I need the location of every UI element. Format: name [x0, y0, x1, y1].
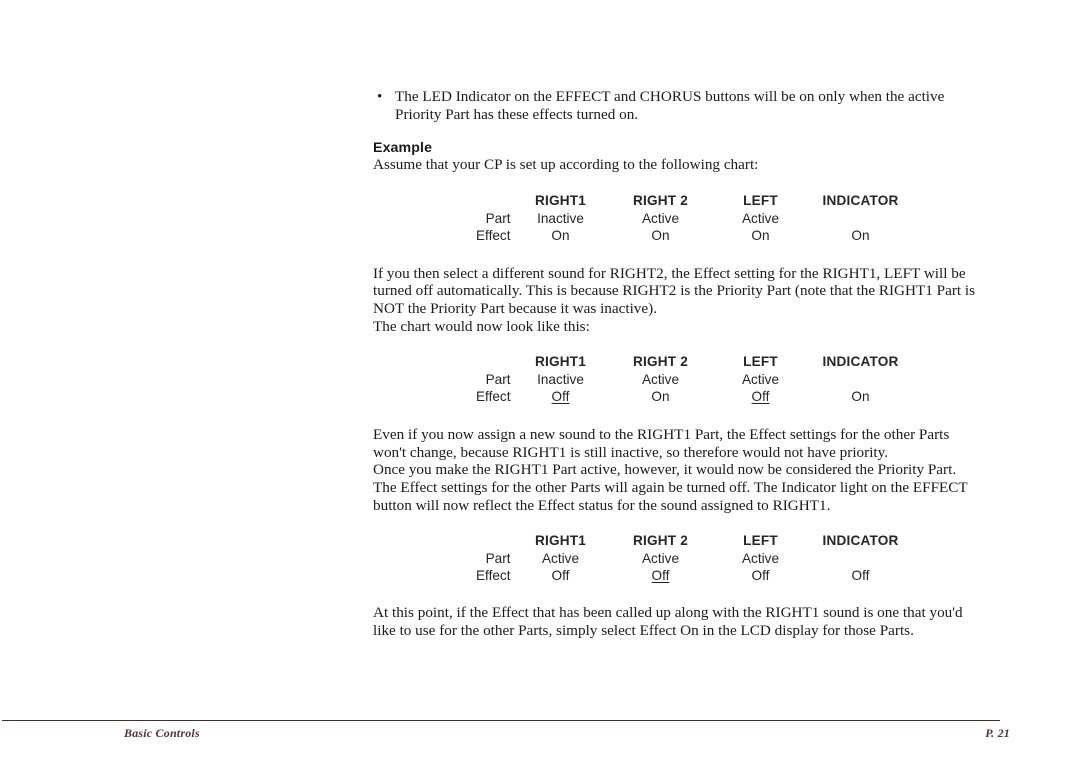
- chart-1-col-right2: RIGHT 2: [632, 192, 689, 208]
- paragraph-3-line-1: Even if you now assign a new sound to th…: [373, 426, 950, 444]
- chart-2-row-part: Part Inactive Active Active: [441, 371, 911, 388]
- chart-2-header-row: RIGHT1 RIGHT 2 LEFT INDICATOR: [441, 352, 911, 371]
- chart-3-col-left: LEFT: [743, 533, 778, 549]
- page-content: • The LED Indicator on the EFFECT and CH…: [373, 88, 978, 639]
- chart-3-part-left: Active: [741, 551, 780, 567]
- chart-3-row-effect: Effect Off Off Off Off: [441, 567, 911, 584]
- chart-1-row-effect: Effect On On On On: [441, 227, 911, 244]
- chart-3: RIGHT1 RIGHT 2 LEFT INDICATOR Part Activ…: [441, 531, 911, 584]
- example-heading: Example: [373, 140, 433, 157]
- chart-1-part-left: Active: [741, 210, 780, 226]
- chart-3-col-right2: RIGHT 2: [632, 533, 689, 549]
- chart-2-row-effect: Effect Off On Off On: [441, 388, 911, 405]
- chart-1-wrapper: RIGHT1 RIGHT 2 LEFT INDICATOR Part Inact…: [373, 191, 978, 244]
- bullet-icon: •: [377, 88, 383, 105]
- chart-3-col-right1: RIGHT1: [534, 533, 587, 549]
- chart-2-rowlabel-part: Part: [485, 372, 511, 388]
- chart-2-col-right2: RIGHT 2: [632, 354, 689, 370]
- chart-1-rowlabel-part: Part: [485, 210, 511, 226]
- chart-2-wrapper: RIGHT1 RIGHT 2 LEFT INDICATOR Part Inact…: [373, 352, 978, 405]
- chart-3-effect-left: Off: [751, 568, 770, 584]
- chart-2-col-indicator: INDICATOR: [822, 354, 899, 370]
- footer-page-number: P. 21: [985, 726, 1010, 740]
- paragraph-3: Even if you now assign a new sound to th…: [373, 426, 978, 514]
- chart-1-part-right2: Active: [641, 210, 680, 226]
- chart-2-col-right1: RIGHT1: [534, 354, 587, 370]
- chart-1-effect-indicator: On: [851, 227, 870, 243]
- paragraph-2-line-3: NOT the Priority Part because it was ina…: [373, 299, 657, 317]
- footer-section-label: Basic Controls: [124, 726, 200, 740]
- paragraph-4-line-1: At this point, if the Effect that has be…: [373, 604, 963, 622]
- footer-divider: [2, 720, 1000, 721]
- chart-3-part-right1: Active: [541, 551, 580, 567]
- intro-paragraph: Assume that your CP is set up according …: [373, 156, 978, 174]
- paragraph-2: If you then select a different sound for…: [373, 265, 978, 335]
- chart-1-col-right1: RIGHT1: [534, 192, 587, 208]
- paragraph-3-line-3: Once you make the RIGHT1 Part active, ho…: [373, 461, 957, 479]
- chart-2-part-right2: Active: [641, 372, 680, 388]
- chart-3-wrapper: RIGHT1 RIGHT 2 LEFT INDICATOR Part Activ…: [373, 531, 978, 584]
- chart-3-part-right2: Active: [641, 551, 680, 567]
- paragraph-3-line-5: button will now reflect the Effect statu…: [373, 496, 831, 514]
- paragraph-2-line-4: The chart would now look like this:: [373, 317, 590, 335]
- chart-3-effect-right1: Off: [551, 568, 570, 584]
- page-footer: Basic Controls P. 21: [0, 726, 1080, 746]
- chart-3-rowlabel-effect: Effect: [475, 568, 511, 584]
- bullet-note-line-2: Part has these effects turned on.: [445, 105, 639, 123]
- chart-3-effect-indicator: Off: [851, 568, 870, 584]
- paragraph-4: At this point, if the Effect that has be…: [373, 604, 978, 639]
- chart-1-effect-left: On: [751, 227, 770, 243]
- chart-1: RIGHT1 RIGHT 2 LEFT INDICATOR Part Inact…: [441, 191, 911, 244]
- chart-1-row-part: Part Inactive Active Active: [441, 210, 911, 227]
- chart-2-effect-left: Off: [751, 389, 770, 405]
- chart-1-rowlabel-effect: Effect: [475, 227, 511, 243]
- chart-2-rowlabel-effect: Effect: [475, 389, 511, 405]
- chart-3-header-row: RIGHT1 RIGHT 2 LEFT INDICATOR: [441, 531, 911, 550]
- chart-3-col-indicator: INDICATOR: [822, 533, 899, 549]
- chart-1-effect-right2: On: [651, 227, 670, 243]
- chart-1-effect-right1: On: [551, 227, 570, 243]
- paragraph-4-line-2: like to use for the other Parts, simply …: [373, 621, 914, 639]
- chart-3-rowlabel-part: Part: [485, 551, 511, 567]
- paragraph-3-line-4: The Effect settings for the other Parts …: [373, 478, 968, 496]
- intro-line: Assume that your CP is set up according …: [373, 156, 759, 174]
- chart-2-col-left: LEFT: [743, 354, 778, 370]
- paragraph-3-line-2: won't change, because RIGHT1 is still in…: [373, 443, 889, 461]
- chart-1-col-left: LEFT: [743, 192, 778, 208]
- chart-1-col-indicator: INDICATOR: [822, 192, 899, 208]
- chart-3-effect-right2: Off: [651, 568, 670, 584]
- chart-2: RIGHT1 RIGHT 2 LEFT INDICATOR Part Inact…: [441, 352, 911, 405]
- chart-1-part-right1: Inactive: [537, 210, 584, 226]
- bullet-note: • The LED Indicator on the EFFECT and CH…: [373, 88, 978, 123]
- paragraph-2-line-2: turned off automatically. This is becaus…: [373, 282, 976, 300]
- chart-2-effect-indicator: On: [851, 389, 870, 405]
- chart-2-part-left: Active: [741, 372, 780, 388]
- chart-2-effect-right2: On: [651, 389, 670, 405]
- chart-2-effect-right1: Off: [551, 389, 570, 405]
- document-page: • The LED Indicator on the EFFECT and CH…: [0, 0, 1080, 764]
- paragraph-2-line-1: If you then select a different sound for…: [373, 264, 966, 282]
- chart-1-header-row: RIGHT1 RIGHT 2 LEFT INDICATOR: [441, 191, 911, 210]
- chart-3-row-part: Part Active Active Active: [441, 550, 911, 567]
- chart-2-part-right1: Inactive: [537, 372, 584, 388]
